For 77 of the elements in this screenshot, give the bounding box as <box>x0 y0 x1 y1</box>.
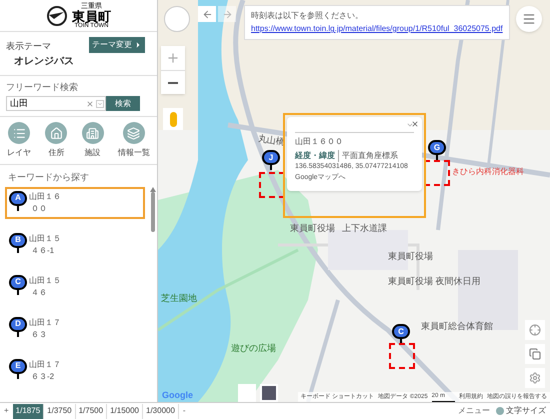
theme-label: 表示テーマ <box>6 40 51 53</box>
map-label: 遊びの広場 <box>231 342 276 355</box>
search-label: フリーワード検索 <box>6 80 79 94</box>
map-label: 東員町総合体育館 <box>421 320 493 333</box>
coord-tab[interactable]: 平面直角座標系 <box>342 150 401 162</box>
coord-tab[interactable]: 経度・緯度 <box>295 150 339 162</box>
result-name: 山田１７ <box>29 316 61 328</box>
logo-icon <box>46 4 68 26</box>
scale-button[interactable]: 1/15000 <box>107 404 143 418</box>
menu-link[interactable]: メニュー <box>458 405 490 417</box>
results-title: キーワードから探す <box>7 171 90 184</box>
scale-button[interactable]: 1/7500 <box>76 404 108 418</box>
search-field[interactable]: 山田 <box>6 96 106 111</box>
theme-change-button[interactable]: テーマ変更 <box>89 37 145 53</box>
result-item[interactable]: D 山田１７ ６３ <box>5 312 145 344</box>
forward-button[interactable] <box>218 6 236 22</box>
back-arrow-icon <box>202 8 212 20</box>
scroll-up-icon[interactable] <box>150 186 156 192</box>
forward-arrow-icon <box>222 8 232 20</box>
nav-icon <box>127 126 140 140</box>
nav-icon <box>50 126 63 140</box>
clear-icon[interactable] <box>86 100 94 108</box>
result-item[interactable]: B 山田１５ ４６-1 <box>5 228 145 260</box>
result-item[interactable]: A 山田１６ ００ <box>5 186 145 218</box>
target-frame <box>259 172 285 198</box>
map-label: 上下水道課 <box>342 222 387 235</box>
result-item[interactable]: C 山田１５ ４６ <box>5 270 145 302</box>
town-name: 東員町 <box>72 10 111 22</box>
result-detail: ６３ <box>31 328 48 340</box>
collapse-icon <box>406 121 414 129</box>
notice-link[interactable]: https://www.town.toin.lg.jp/material/files/group/1/R510ful_36025075.pdf <box>251 23 503 35</box>
result-name: 山田１６ <box>29 190 61 202</box>
plus-icon <box>166 51 180 65</box>
back-button[interactable] <box>198 6 216 22</box>
zoom-in-scale-button[interactable]: + <box>0 405 13 417</box>
map-label: 東員町役場 <box>290 222 335 235</box>
theme-value: オレンジバス <box>14 54 75 68</box>
result-detail: ６３-2 <box>31 370 56 382</box>
notice-text: 時刻表は以下を参照ください。 <box>251 10 364 22</box>
map-label: きひら内科消化器科 <box>452 166 524 178</box>
google-logo: Google <box>162 389 193 402</box>
result-detail: ４６ <box>31 286 48 298</box>
search-button[interactable]: 検索 <box>106 96 140 111</box>
scale-button[interactable]: 1/30000 <box>143 404 179 418</box>
popup-title: 山田１６００ <box>295 136 344 148</box>
text-size-link[interactable]: 文字サイズ <box>506 405 546 417</box>
crosshair-icon <box>529 324 541 336</box>
result-name: 山田１５ <box>29 232 61 244</box>
dropdown-icon[interactable] <box>96 100 104 108</box>
nav-icon <box>12 126 26 140</box>
layers-icon <box>529 348 541 360</box>
layers-button[interactable] <box>525 344 545 364</box>
result-name: 山田１７ <box>29 358 61 370</box>
settings-icon <box>529 372 541 384</box>
result-name: 山田１５ <box>29 274 61 286</box>
nav-button[interactable]: 情報一覧 <box>118 122 150 159</box>
arrow-icon <box>134 41 142 49</box>
map-label: 東員町役場 <box>388 250 433 263</box>
result-detail: ４６-1 <box>31 244 56 256</box>
text-size-icon <box>496 407 504 415</box>
target-frame <box>424 160 450 186</box>
scale-button[interactable]: 1/1875 <box>12 404 44 418</box>
result-detail: ００ <box>31 202 48 214</box>
minus-icon <box>168 82 178 84</box>
close-icon[interactable] <box>411 120 419 128</box>
target-frame <box>389 343 415 369</box>
scale-button[interactable]: 1/3750 <box>44 404 76 418</box>
menu-icon <box>522 12 536 26</box>
zoom-out-scale-button[interactable]: - <box>178 405 190 417</box>
locate-button[interactable] <box>525 320 545 340</box>
map-label: 東員町役場 夜間休日用 <box>388 275 481 288</box>
nav-icon <box>86 126 100 140</box>
photo-placeholder[interactable] <box>260 384 278 402</box>
settings-button[interactable] <box>525 368 545 388</box>
result-item[interactable]: E 山田１７ ６３-2 <box>5 354 145 386</box>
map-label: 芝生園地 <box>161 292 197 305</box>
pegman-icon[interactable] <box>163 108 183 130</box>
